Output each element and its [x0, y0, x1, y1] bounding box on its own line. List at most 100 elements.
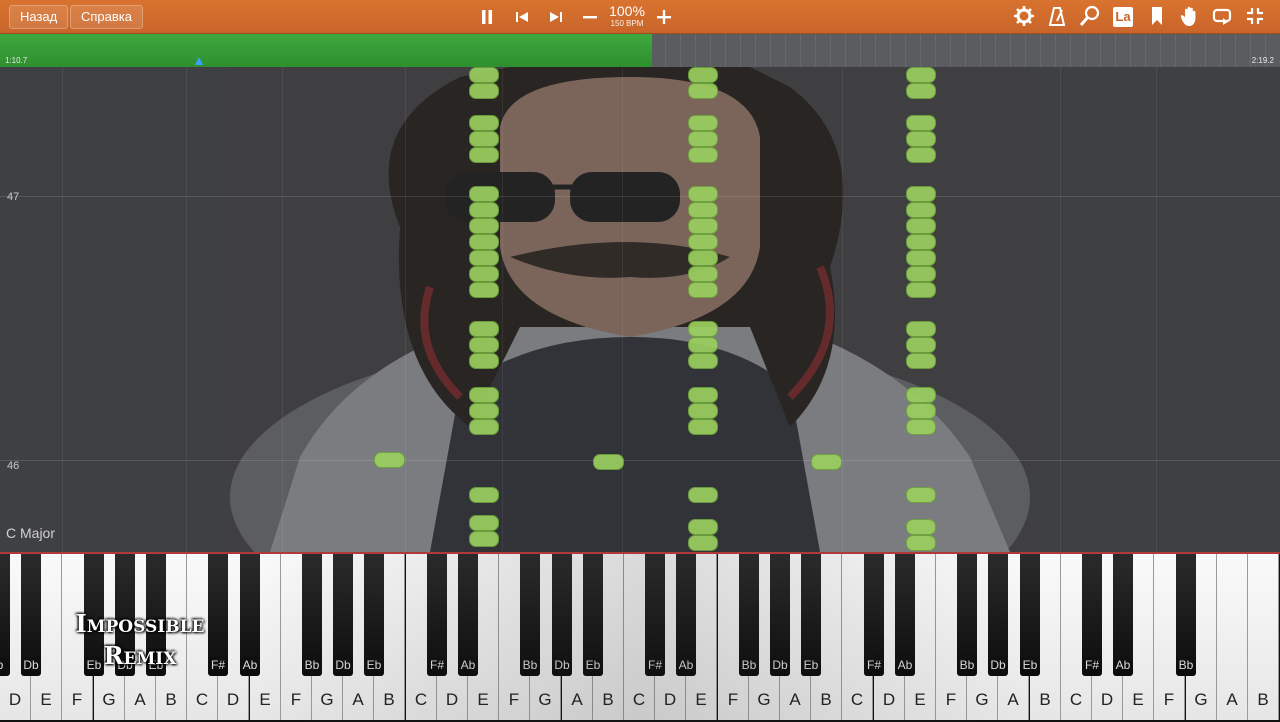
falling-note: [374, 452, 405, 468]
white-key-label: G: [102, 690, 116, 709]
black-key[interactable]: Eb: [364, 554, 384, 676]
loop-button[interactable]: [1210, 5, 1234, 29]
la-label-icon[interactable]: La: [1113, 7, 1133, 27]
black-key-label: Db: [554, 658, 570, 672]
help-button[interactable]: Справка: [70, 5, 143, 29]
black-key-label: Db: [772, 658, 788, 672]
black-key[interactable]: Ab: [240, 554, 260, 676]
skip-forward-icon: [550, 12, 562, 22]
white-key-label: F: [508, 690, 520, 709]
black-key-label: F#: [866, 658, 881, 672]
minimize-button[interactable]: [1243, 5, 1267, 29]
white-key-label: B: [165, 690, 177, 709]
black-key-label: Ab: [897, 658, 913, 672]
white-key-label: D: [445, 690, 459, 709]
black-key[interactable]: Ab: [1113, 554, 1133, 676]
pause-button[interactable]: [476, 6, 498, 28]
black-key[interactable]: Bb: [302, 554, 322, 676]
back-button[interactable]: Назад: [9, 5, 69, 29]
metronome-button[interactable]: [1045, 5, 1069, 29]
falling-note: [469, 419, 499, 435]
end-time: 2:19.2: [1251, 56, 1274, 65]
black-key-label: Bb: [959, 658, 975, 672]
black-key[interactable]: Ab: [895, 554, 915, 676]
black-key-label: Bb: [522, 658, 538, 672]
falling-note: [469, 202, 499, 218]
song-progress-bar[interactable]: 1:10.7 2:19.2: [0, 34, 1280, 67]
white-key-label: A: [789, 690, 801, 709]
falling-note: [906, 83, 936, 99]
settings-button[interactable]: [1012, 5, 1036, 29]
hand-icon: [1180, 6, 1196, 26]
falling-note: [906, 67, 936, 83]
falling-note: [688, 403, 718, 419]
white-key-label: G: [757, 690, 771, 709]
black-key[interactable]: Eb: [801, 554, 821, 676]
black-key-label: Bb: [304, 658, 320, 672]
black-key[interactable]: F#: [427, 554, 447, 676]
zoom-percent: 100%: [609, 3, 645, 19]
next-button[interactable]: [545, 6, 567, 28]
white-key-label: D: [663, 690, 677, 709]
black-key-label: Ab: [678, 658, 694, 672]
falling-note: [906, 147, 936, 163]
falling-note: [906, 131, 936, 147]
black-key[interactable]: Bb: [739, 554, 759, 676]
black-key[interactable]: Db: [770, 554, 790, 676]
black-key[interactable]: Bb: [957, 554, 977, 676]
black-key[interactable]: Bb: [1176, 554, 1196, 676]
white-key-label: C: [195, 690, 209, 709]
shrink-icon: [1247, 8, 1263, 24]
black-key[interactable]: Eb: [1020, 554, 1040, 676]
search-button[interactable]: [1078, 5, 1102, 29]
falling-note: [688, 487, 718, 503]
watermark-line-2: Remix: [103, 641, 177, 670]
bookmark-button[interactable]: [1145, 5, 1169, 29]
black-key[interactable]: Db: [988, 554, 1008, 676]
black-key-label: F#: [429, 658, 444, 672]
white-key-label: G: [320, 690, 334, 709]
black-key-label: F#: [647, 658, 662, 672]
white-key[interactable]: B: [1248, 554, 1279, 720]
top-toolbar: Назад Справка 100% 150 BPM La: [0, 0, 1280, 34]
black-key[interactable]: Db: [21, 554, 41, 676]
white-key-label: B: [383, 690, 395, 709]
white-key-label: A: [1007, 690, 1019, 709]
falling-note: [469, 131, 499, 147]
white-key-label: C: [632, 690, 646, 709]
falling-note: [688, 353, 718, 369]
black-key[interactable]: Db: [552, 554, 572, 676]
black-key[interactable]: Ab: [676, 554, 696, 676]
falling-note: [906, 519, 936, 535]
black-key[interactable]: Bb: [520, 554, 540, 676]
white-key-label: E: [40, 690, 52, 709]
hand-button[interactable]: [1178, 5, 1202, 29]
falling-note: [688, 266, 718, 282]
white-key-label: D: [882, 690, 896, 709]
black-key[interactable]: b: [0, 554, 10, 676]
white-key-label: E: [259, 690, 271, 709]
position-marker[interactable]: [195, 57, 203, 65]
black-key[interactable]: Db: [333, 554, 353, 676]
impossible-remix-watermark: Impossible Remix: [40, 608, 240, 672]
falling-note: [469, 353, 499, 369]
falling-note: [688, 250, 718, 266]
black-key-label: Eb: [585, 658, 601, 672]
previous-button[interactable]: [511, 6, 533, 28]
white-key-label: A: [352, 690, 364, 709]
zoom-out-button[interactable]: [579, 6, 601, 28]
white-key[interactable]: A: [1217, 554, 1248, 720]
black-key[interactable]: Eb: [583, 554, 603, 676]
falling-note: [906, 419, 936, 435]
black-key[interactable]: Ab: [458, 554, 478, 676]
gear-icon: [1014, 6, 1034, 26]
white-key-label: B: [820, 690, 832, 709]
black-key-label: Bb: [741, 658, 757, 672]
zoom-in-button[interactable]: [653, 6, 675, 28]
black-key[interactable]: F#: [645, 554, 665, 676]
falling-note: [469, 515, 499, 531]
played-progress: [0, 34, 652, 67]
falling-note: [469, 266, 499, 282]
black-key[interactable]: F#: [1082, 554, 1102, 676]
black-key[interactable]: F#: [864, 554, 884, 676]
